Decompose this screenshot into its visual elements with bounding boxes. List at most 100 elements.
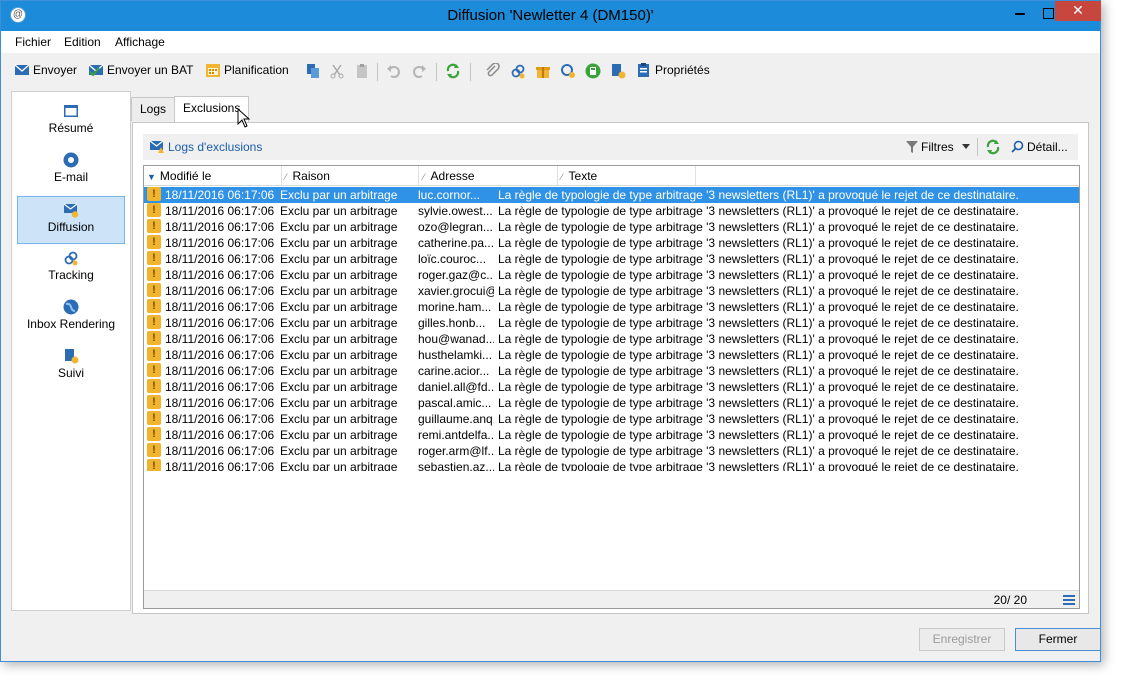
table-row[interactable]: ! 18/11/2016 06:17:06 Exclu par un arbitra…	[144, 411, 1079, 427]
sidebar-item-tracking[interactable]: Tracking	[17, 245, 125, 293]
table-row[interactable]: ! 18/11/2016 06:17:06 Exclu par un arbitra…	[144, 203, 1079, 219]
sort-handle-icon: ⁄	[423, 172, 425, 182]
close-window-button[interactable]: ✕	[1055, 1, 1101, 21]
filters-dropdown[interactable]: Filtres	[906, 140, 971, 154]
table-row[interactable]: ! 18/11/2016 06:17:06 Exclu par un arbitra…	[144, 315, 1079, 331]
column-header-modified[interactable]: ▼ Modifié le	[147, 169, 211, 183]
sidebar-item-inbox-rendering[interactable]: Inbox Rendering	[17, 294, 125, 342]
table-row[interactable]: ! 18/11/2016 06:17:06 Exclu par un arbitra…	[144, 347, 1079, 363]
sidebar-item-email[interactable]: E-mail	[17, 147, 125, 195]
envelope-icon	[14, 64, 30, 75]
tracking-icon[interactable]	[560, 63, 576, 79]
warning-icon: !	[147, 395, 161, 409]
warning-icon: !	[147, 411, 161, 425]
table-row[interactable]: ! 18/11/2016 06:17:06 Exclu par un arbitra…	[144, 187, 1079, 203]
exclusion-logs-link[interactable]: Logs d'exclusions	[149, 140, 262, 154]
application-window: @ Diffusion 'Newletter 4 (DM150)' ✕ Fich…	[0, 0, 1101, 662]
menu-affichage[interactable]: Affichage	[115, 35, 165, 49]
schedule-button[interactable]: Planification	[205, 62, 289, 80]
menu-edition[interactable]: Edition	[64, 35, 101, 49]
column-header-reason[interactable]: ⁄ Raison	[285, 169, 330, 183]
table-row[interactable]: ! 18/11/2016 06:17:06 Exclu par un arbitra…	[144, 331, 1079, 347]
column-divider[interactable]	[695, 166, 696, 185]
redo-icon[interactable]	[411, 63, 427, 79]
menu-fichier[interactable]: Fichier	[15, 35, 51, 49]
envelope-warning-icon	[149, 140, 164, 153]
minimize-button[interactable]	[1007, 5, 1033, 27]
warning-icon: !	[147, 363, 161, 377]
sort-handle-icon: ⁄	[285, 172, 287, 182]
copy-icon[interactable]	[305, 63, 321, 79]
warning-icon: !	[147, 299, 161, 313]
exclusions-table: ▼ Modifié le ⁄ Raison ⁄ Adresse ⁄ Texte ! 18/…	[143, 165, 1080, 609]
delivery-icon	[63, 203, 79, 218]
warning-icon: !	[147, 203, 161, 217]
properties-button[interactable]: Propriétés	[636, 62, 710, 80]
sort-desc-icon: ▼	[147, 172, 156, 182]
tracking-icon	[64, 251, 78, 266]
toolbar-separator	[377, 63, 378, 81]
record-count: 20/ 20	[993, 593, 1027, 607]
title-bar[interactable]: @ Diffusion 'Newletter 4 (DM150)' ✕	[1, 1, 1101, 31]
toolbar: Envoyer Envoyer un BAT Planification Pro…	[1, 55, 1100, 87]
magnifier-icon	[1011, 140, 1024, 153]
sidebar-item-diffusion[interactable]: Diffusion	[17, 196, 125, 244]
link-icon[interactable]	[510, 63, 526, 79]
tab-logs[interactable]: Logs	[131, 97, 176, 121]
table-row[interactable]: ! 18/11/2016 06:17:06 Exclu par un arbitra…	[144, 427, 1079, 443]
cut-icon[interactable]	[329, 63, 345, 79]
send-button[interactable]: Envoyer	[14, 62, 77, 80]
column-header-address[interactable]: ⁄ Adresse	[423, 169, 475, 183]
close-button[interactable]: Fermer	[1015, 628, 1101, 651]
sidebar-item-resume[interactable]: Résumé	[17, 98, 125, 146]
undo-icon[interactable]	[386, 63, 402, 79]
attachment-icon[interactable]	[485, 63, 501, 79]
globe-icon	[63, 299, 79, 315]
table-row[interactable]: ! 18/11/2016 06:17:06 Exclu par un arbitra…	[144, 395, 1079, 411]
warning-icon: !	[147, 347, 161, 361]
warning-icon: !	[147, 443, 161, 457]
warning-icon: !	[147, 283, 161, 297]
table-header: ▼ Modifié le ⁄ Raison ⁄ Adresse ⁄ Texte	[144, 166, 1079, 186]
column-divider[interactable]	[418, 166, 419, 185]
table-footer: 20/ 20	[144, 590, 1079, 608]
list-menu-icon[interactable]	[1063, 594, 1075, 605]
window-title: Diffusion 'Newletter 4 (DM150)'	[447, 7, 654, 24]
table-row[interactable]: ! 18/11/2016 06:17:06 Exclu par un arbitra…	[144, 299, 1079, 315]
warning-icon: !	[147, 267, 161, 281]
document-flag-icon[interactable]	[610, 63, 626, 79]
paste-icon[interactable]	[354, 63, 370, 79]
table-row[interactable]: ! 18/11/2016 06:17:06 Exclu par un arbitra…	[144, 363, 1079, 379]
table-row[interactable]: ! 18/11/2016 06:17:06 Exclu par un arbitra…	[144, 283, 1079, 299]
table-row[interactable]: ! 18/11/2016 06:17:06 Exclu par un arbitra…	[144, 251, 1079, 267]
refresh-icon[interactable]	[985, 139, 1001, 155]
column-divider[interactable]	[557, 166, 558, 185]
detail-button[interactable]: Détail...	[1011, 140, 1068, 154]
sidebar: Résumé E-mail Diffusion Tracking Inbox R…	[11, 91, 131, 611]
email-icon	[63, 152, 79, 168]
table-row[interactable]: ! 18/11/2016 06:17:06 Exclu par un arbitra…	[144, 267, 1079, 283]
warning-icon: !	[147, 379, 161, 393]
warning-icon: !	[147, 235, 161, 249]
panel-header: Logs d'exclusions Filtres Détail...	[143, 134, 1078, 160]
sort-handle-icon: ⁄	[561, 172, 563, 182]
warning-icon: !	[147, 315, 161, 329]
menu-bar: Fichier Edition Affichage	[1, 31, 1100, 53]
save-button[interactable]: Enregistrer	[919, 628, 1005, 651]
summary-icon	[64, 105, 78, 117]
warning-icon: !	[147, 187, 161, 201]
table-row[interactable]: ! 18/11/2016 06:17:06 Exclu par un arbitra…	[144, 379, 1079, 395]
calculator-icon[interactable]	[585, 63, 601, 79]
table-row[interactable]: ! 18/11/2016 06:17:06 Exclu par un arbitra…	[144, 219, 1079, 235]
column-header-text[interactable]: ⁄ Texte	[561, 169, 597, 183]
send-bat-button[interactable]: Envoyer un BAT	[88, 62, 193, 80]
table-row[interactable]: ! 18/11/2016 06:17:06 Exclu par un arbitra…	[144, 459, 1079, 471]
refresh-icon[interactable]	[445, 63, 461, 79]
chevron-down-icon	[962, 144, 971, 149]
table-row[interactable]: ! 18/11/2016 06:17:06 Exclu par un arbitra…	[144, 443, 1079, 459]
envelope-check-icon	[88, 64, 104, 77]
table-row[interactable]: ! 18/11/2016 06:17:06 Exclu par un arbitra…	[144, 235, 1079, 251]
sidebar-item-suivi[interactable]: Suivi	[17, 343, 125, 391]
column-divider[interactable]	[281, 166, 282, 185]
gift-icon[interactable]	[535, 63, 551, 79]
